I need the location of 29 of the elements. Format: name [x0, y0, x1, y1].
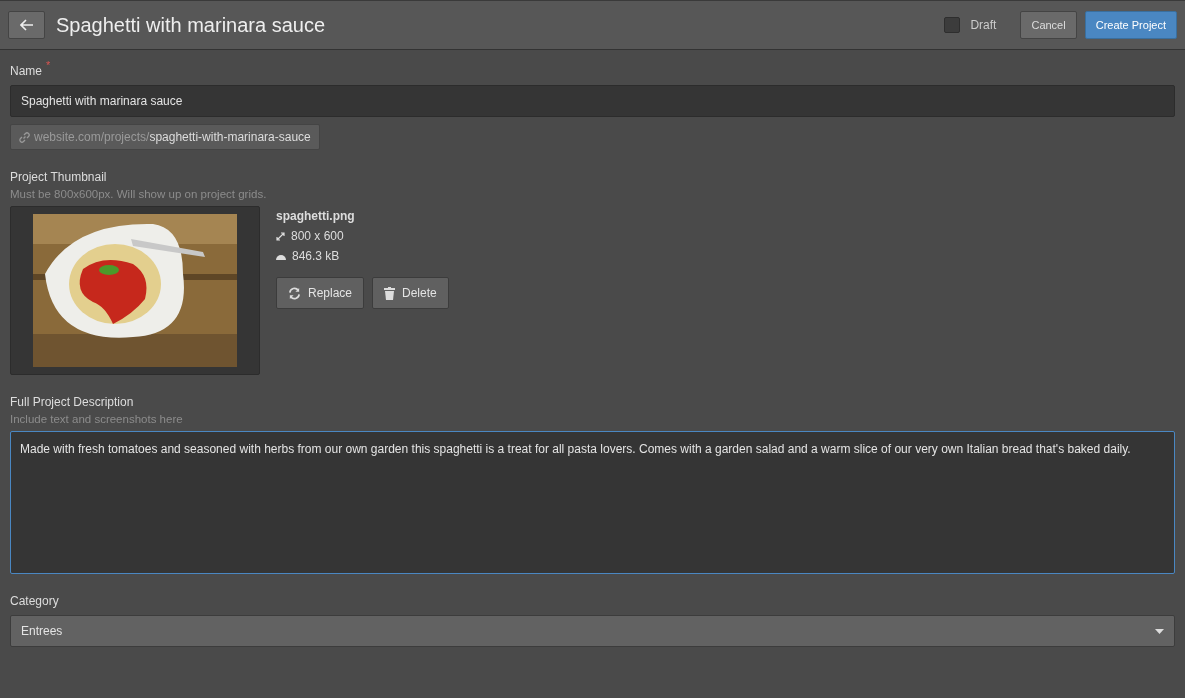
refresh-icon: [288, 286, 301, 300]
url-text: website.com/projects/spaghetti-with-marinara-sauce: [34, 130, 311, 144]
page-title: Spaghetti with marinara sauce: [56, 13, 327, 37]
name-input[interactable]: Spaghetti with marinara sauce: [10, 85, 1175, 117]
replace-button[interactable]: Replace: [276, 277, 365, 309]
resize-icon: [276, 231, 285, 241]
cancel-button[interactable]: Cancel: [1020, 11, 1077, 39]
field-hint: Must be 800x600px. Will show up on project grids.: [10, 188, 268, 200]
description-textarea[interactable]: Made with fresh tomatoes and seasoned with herbs from our own garden this spaghetti is a treat for all pasta lovers. Comes with a garden salad and a warm slice of our very own Italian bread that's baked daily.: [10, 431, 1175, 574]
file-name: spaghetti.png: [276, 209, 356, 223]
gauge-icon: [276, 252, 286, 260]
field-hint: Include text and screenshots here: [10, 413, 184, 425]
field-label: Full Project Description: [10, 395, 134, 409]
file-size: 846.3 kB: [292, 249, 340, 263]
delete-button[interactable]: Delete: [372, 277, 449, 309]
back-button[interactable]: [8, 11, 45, 39]
create-project-button[interactable]: Create Project: [1084, 11, 1177, 39]
draft-label: Draft: [970, 18, 997, 32]
back-arrow-icon: [19, 19, 34, 31]
required-mark: *: [46, 59, 51, 73]
trash-icon: [384, 286, 396, 300]
caret-icon: [1155, 628, 1164, 634]
field-label: Category: [10, 594, 59, 608]
link-icon: [19, 131, 30, 143]
field-label: Name: [10, 64, 42, 78]
draft-checkbox[interactable]: [944, 17, 961, 33]
field-label: Project Thumbnail: [10, 170, 107, 184]
image-dimensions: 800 x 600: [291, 229, 344, 243]
category-dropdown[interactable]: Entrees: [10, 615, 1175, 647]
